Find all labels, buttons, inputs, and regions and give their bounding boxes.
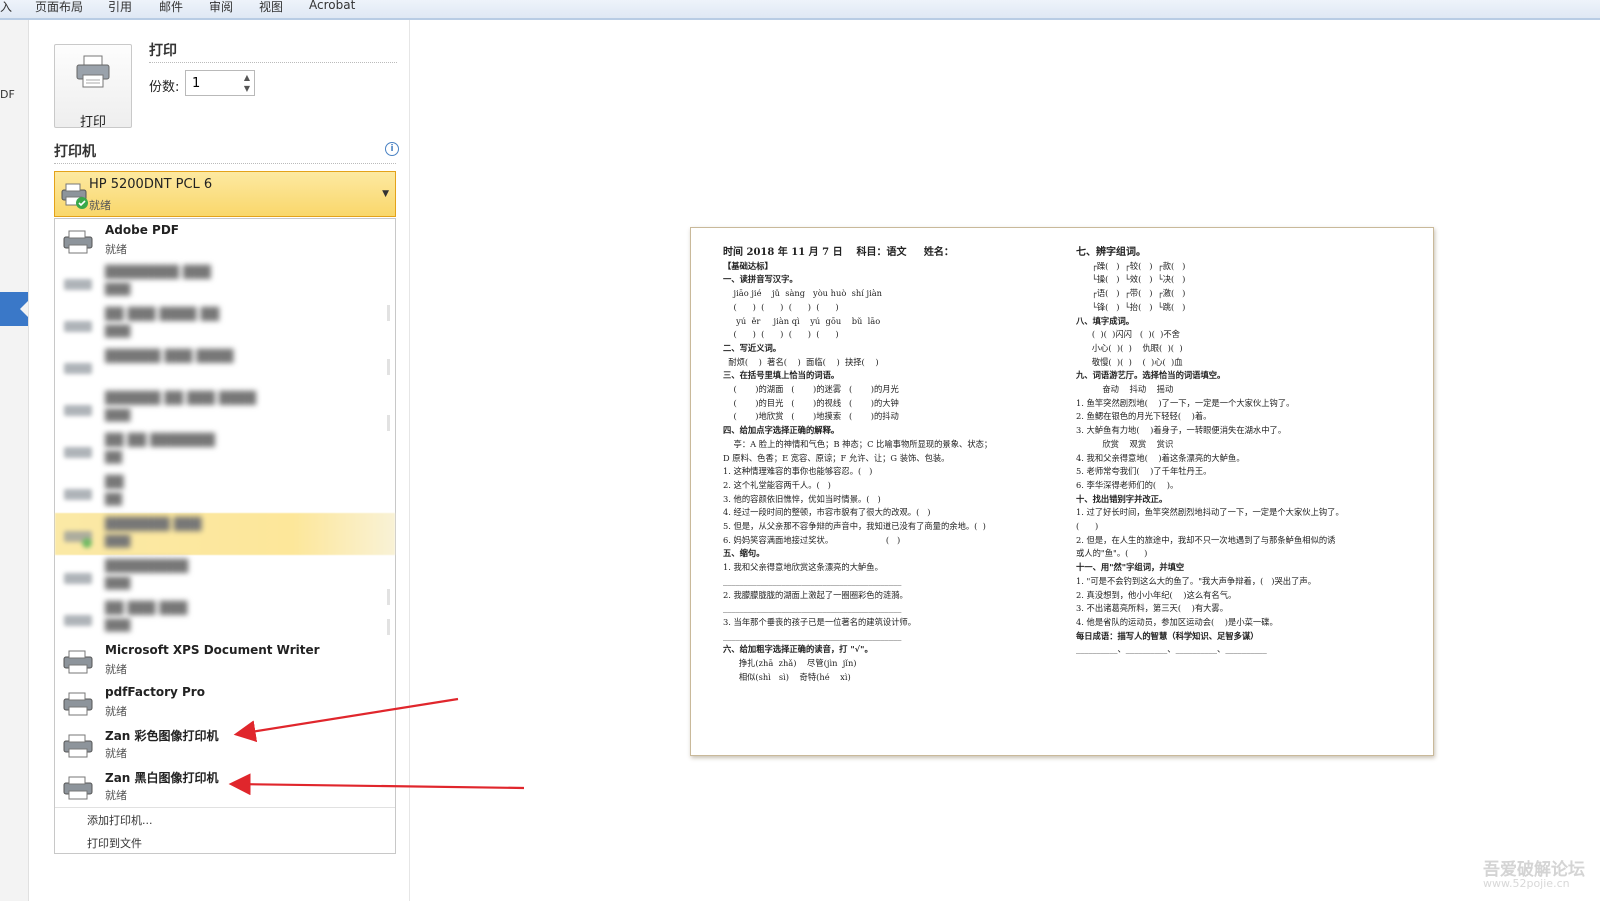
annotation-arrows xyxy=(228,697,525,796)
arrow-to-zan-bw xyxy=(228,773,525,796)
arrow-to-zan-color xyxy=(233,697,459,743)
watermark-url: www.52pojie.cn xyxy=(1483,877,1570,890)
